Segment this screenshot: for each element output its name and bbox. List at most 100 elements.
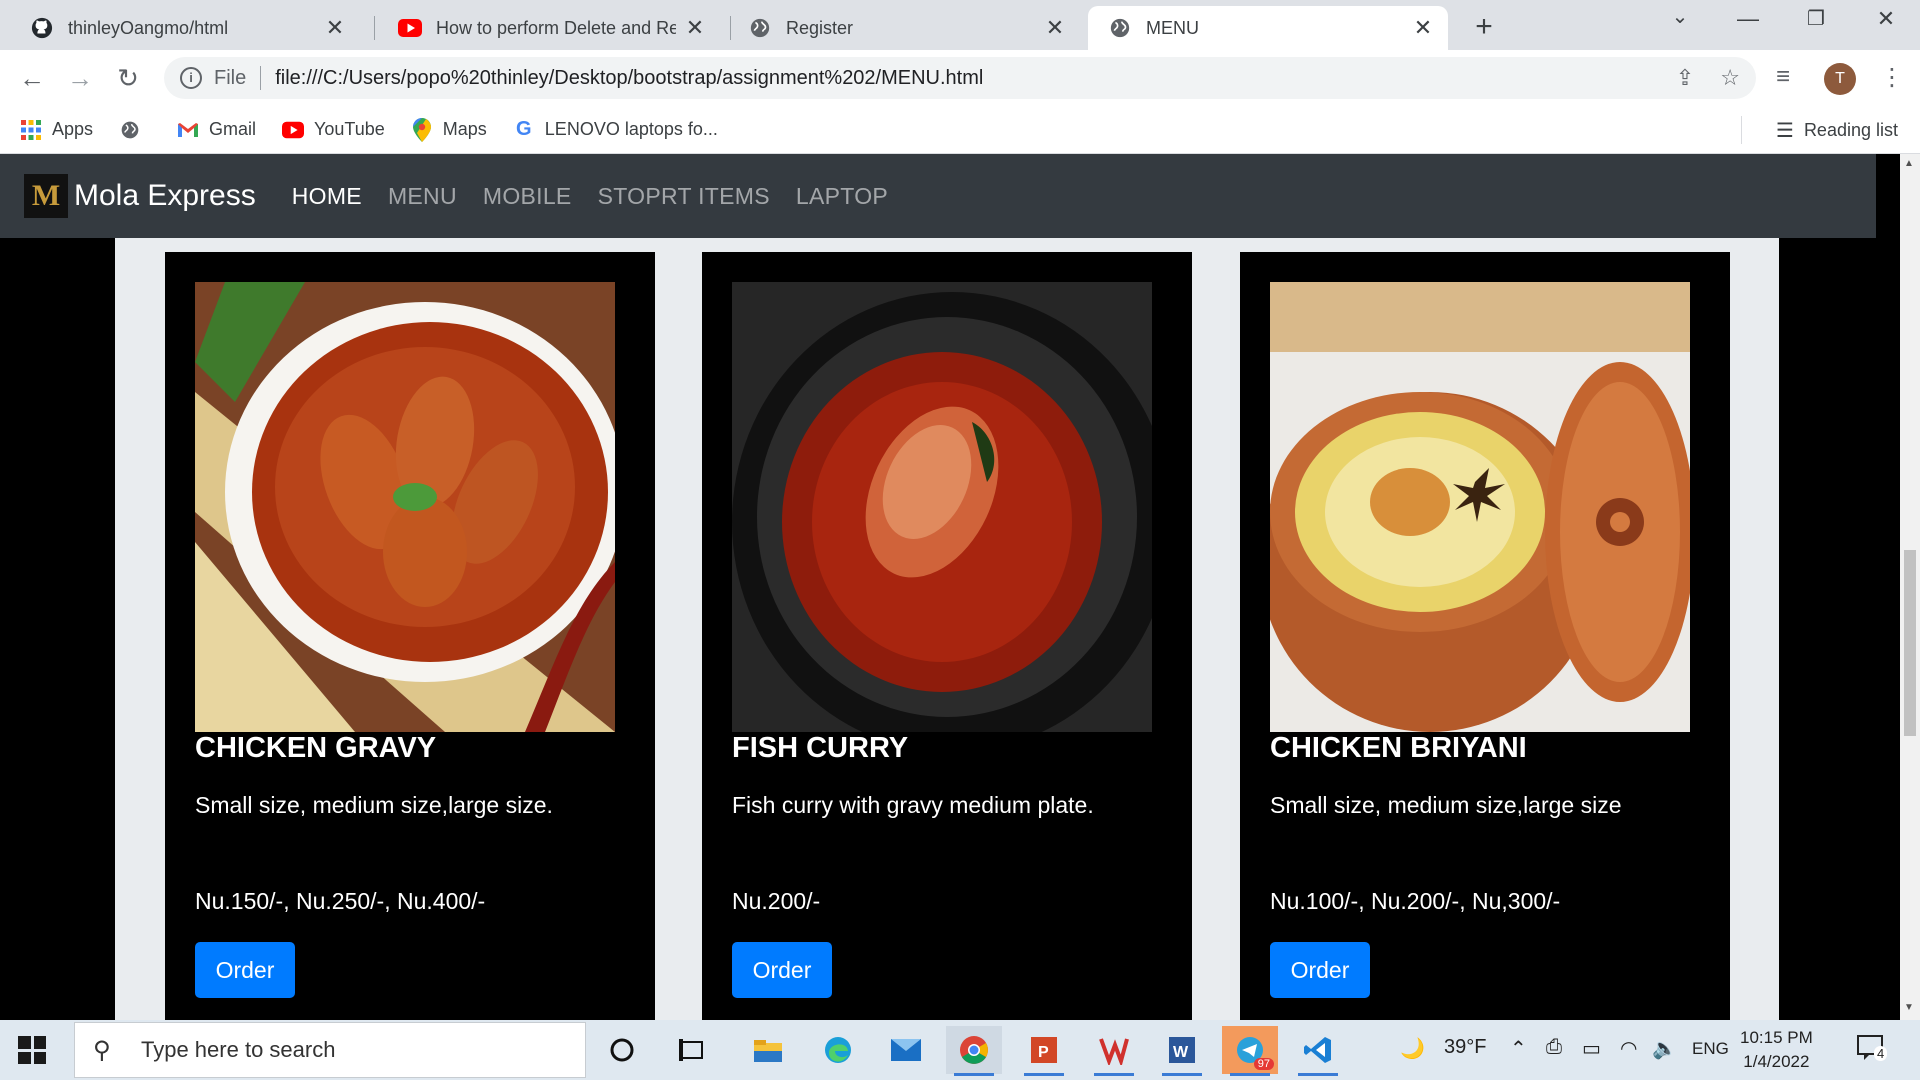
forward-button[interactable]: → [64, 62, 96, 94]
order-button[interactable]: Order [1270, 942, 1370, 998]
bookmark-label: LENOVO laptops fo... [544, 119, 718, 139]
close-window-button[interactable]: ✕ [1866, 6, 1906, 32]
tab-register[interactable]: Register ✕ [728, 6, 1080, 50]
back-button[interactable]: ← [16, 62, 48, 94]
tab-menu[interactable]: MENU ✕ [1088, 6, 1448, 50]
apps-grid-icon [20, 119, 42, 141]
google-icon: G [516, 118, 532, 140]
tray-overflow-icon[interactable]: ⌃ [1510, 1036, 1527, 1061]
nav-sport-items[interactable]: STOPRT ITEMS [598, 183, 770, 210]
profile-avatar[interactable]: T [1824, 63, 1856, 95]
nav-menu[interactable]: MENU [388, 183, 457, 210]
bookmarks-bar: Apps Gmail YouTube Maps G LENOVO laptops… [0, 106, 1920, 154]
tab-github[interactable]: thinleyOangmo/html ✕ [10, 6, 360, 50]
bookmark-label: Apps [52, 119, 94, 139]
close-icon[interactable]: ✕ [324, 15, 346, 41]
bookmark-lenovo[interactable]: G LENOVO laptops fo... [513, 118, 718, 141]
clock-date: 1/4/2022 [1743, 1052, 1810, 1071]
vpn-app-icon[interactable] [1086, 1026, 1142, 1076]
task-view-icon[interactable] [664, 1026, 720, 1074]
card-title: CHICKEN BRIYANI [1270, 732, 1527, 764]
chrome-icon[interactable] [946, 1026, 1002, 1076]
nav-home[interactable]: HOME [292, 183, 362, 210]
browser-toolbar: ← → ↻ i File file:///C:/Users/popo%20thi… [0, 50, 1920, 106]
card-price: Nu.150/-, Nu.250/-, Nu.400/- [195, 888, 486, 914]
site-navbar: M Mola Express HOME MENU MOBILE STOPRT I… [0, 154, 1876, 238]
bookmark-youtube[interactable]: YouTube [282, 119, 385, 141]
search-placeholder: Type here to search [141, 1037, 336, 1062]
order-button[interactable]: Order [195, 942, 295, 998]
telegram-icon[interactable]: 97 [1222, 1026, 1278, 1076]
nav-mobile[interactable]: MOBILE [483, 183, 572, 210]
tab-youtube[interactable]: How to perform Delete and Rem ✕ [378, 6, 720, 50]
bookmark-apps[interactable]: Apps [20, 119, 93, 141]
card-description: Small size, medium size,large size. [195, 792, 553, 818]
browser-tab-strip: thinleyOangmo/html ✕ How to perform Dele… [0, 0, 1920, 50]
close-icon[interactable]: ✕ [1044, 15, 1066, 41]
battery-icon[interactable]: ▭ [1582, 1036, 1601, 1061]
brand-name[interactable]: Mola Express [74, 179, 256, 213]
close-icon[interactable]: ✕ [1412, 15, 1434, 41]
address-bar[interactable]: i File file:///C:/Users/popo%20thinley/D… [164, 57, 1756, 99]
globe-icon [1108, 16, 1132, 40]
file-explorer-icon[interactable] [740, 1026, 796, 1074]
card-price: Nu.200/- [732, 888, 821, 914]
content-container: CHICKEN GRAVY Small size, medium size,la… [115, 154, 1779, 1020]
new-tab-button[interactable]: + [1466, 10, 1502, 44]
wifi-icon[interactable]: ◠ [1620, 1036, 1637, 1061]
word-icon[interactable]: W [1154, 1026, 1210, 1076]
scroll-down-arrow-icon[interactable]: ▼ [1904, 1002, 1914, 1013]
card-price: Nu.100/-, Nu.200/-, Nu,300/- [1270, 888, 1561, 914]
info-icon[interactable]: i [180, 67, 202, 89]
bookmark-gmail[interactable]: Gmail [177, 119, 256, 141]
svg-text:P: P [1038, 1044, 1049, 1061]
close-icon[interactable]: ✕ [684, 15, 706, 41]
weather-temperature[interactable]: 39°F [1444, 1036, 1486, 1059]
powerpoint-icon[interactable]: P [1016, 1026, 1072, 1076]
vscode-icon[interactable] [1290, 1026, 1346, 1076]
media-control-icon[interactable]: ≡ [1776, 63, 1790, 91]
weather-moon-icon[interactable]: 🌙 [1400, 1036, 1425, 1061]
chicken-briyani-photo [1270, 282, 1690, 732]
url-scheme: File [214, 66, 247, 89]
reading-list-icon: ☰ [1776, 120, 1794, 142]
reading-list-button[interactable]: ☰ Reading list [1776, 118, 1898, 143]
page-viewport: CHICKEN GRAVY Small size, medium size,la… [0, 154, 1900, 1020]
system-clock[interactable]: 10:15 PM 1/4/2022 [1740, 1026, 1813, 1074]
share-icon[interactable]: ⇪ [1676, 65, 1694, 91]
minimize-button[interactable]: — [1728, 6, 1768, 32]
telegram-badge: 97 [1253, 1058, 1274, 1070]
volume-icon[interactable]: 🔈 [1652, 1036, 1677, 1061]
notifications-icon[interactable]: 4 [1856, 1034, 1888, 1068]
reload-button[interactable]: ↻ [112, 62, 144, 94]
taskbar-search[interactable]: ⚲ Type here to search [74, 1022, 586, 1078]
order-button[interactable]: Order [732, 942, 832, 998]
tab-search-icon[interactable]: ⌄ [1660, 4, 1700, 29]
url-text[interactable]: file:///C:/Users/popo%20thinley/Desktop/… [275, 67, 983, 90]
restore-button[interactable]: ❐ [1796, 6, 1836, 31]
mail-icon[interactable] [878, 1026, 934, 1074]
edge-icon[interactable] [810, 1026, 866, 1074]
brand-logo[interactable]: M [24, 174, 68, 218]
page-scrollbar[interactable]: ▲ ▼ [1900, 154, 1920, 1020]
scroll-thumb[interactable] [1904, 550, 1916, 736]
search-icon: ⚲ [93, 1036, 111, 1064]
bookmark-maps[interactable]: Maps [411, 117, 487, 142]
scroll-up-arrow-icon[interactable]: ▲ [1904, 158, 1914, 169]
svg-text:W: W [1173, 1044, 1189, 1061]
language-indicator[interactable]: ENG [1692, 1039, 1729, 1059]
bookmark-star-icon[interactable]: ☆ [1720, 65, 1740, 91]
bookmark-label: Gmail [209, 119, 257, 139]
cortana-icon[interactable] [594, 1026, 650, 1074]
windows-start-icon[interactable] [18, 1036, 46, 1064]
globe-icon [748, 16, 772, 40]
device-icon[interactable]: ⎙ [1546, 1036, 1562, 1059]
menu-card-fish-curry: FISH CURRY Fish curry with gravy medium … [702, 252, 1192, 1020]
bookmark-globe[interactable] [119, 119, 151, 141]
menu-card-chicken-gravy: CHICKEN GRAVY Small size, medium size,la… [165, 252, 655, 1020]
nav-laptop[interactable]: LAPTOP [796, 183, 888, 210]
tab-title: Register [786, 17, 854, 38]
tab-title: thinleyOangmo/html [68, 17, 229, 38]
menu-kebab-icon[interactable]: ⋮ [1880, 63, 1904, 92]
menu-card-chicken-briyani: CHICKEN BRIYANI Small size, medium size,… [1240, 252, 1730, 1020]
